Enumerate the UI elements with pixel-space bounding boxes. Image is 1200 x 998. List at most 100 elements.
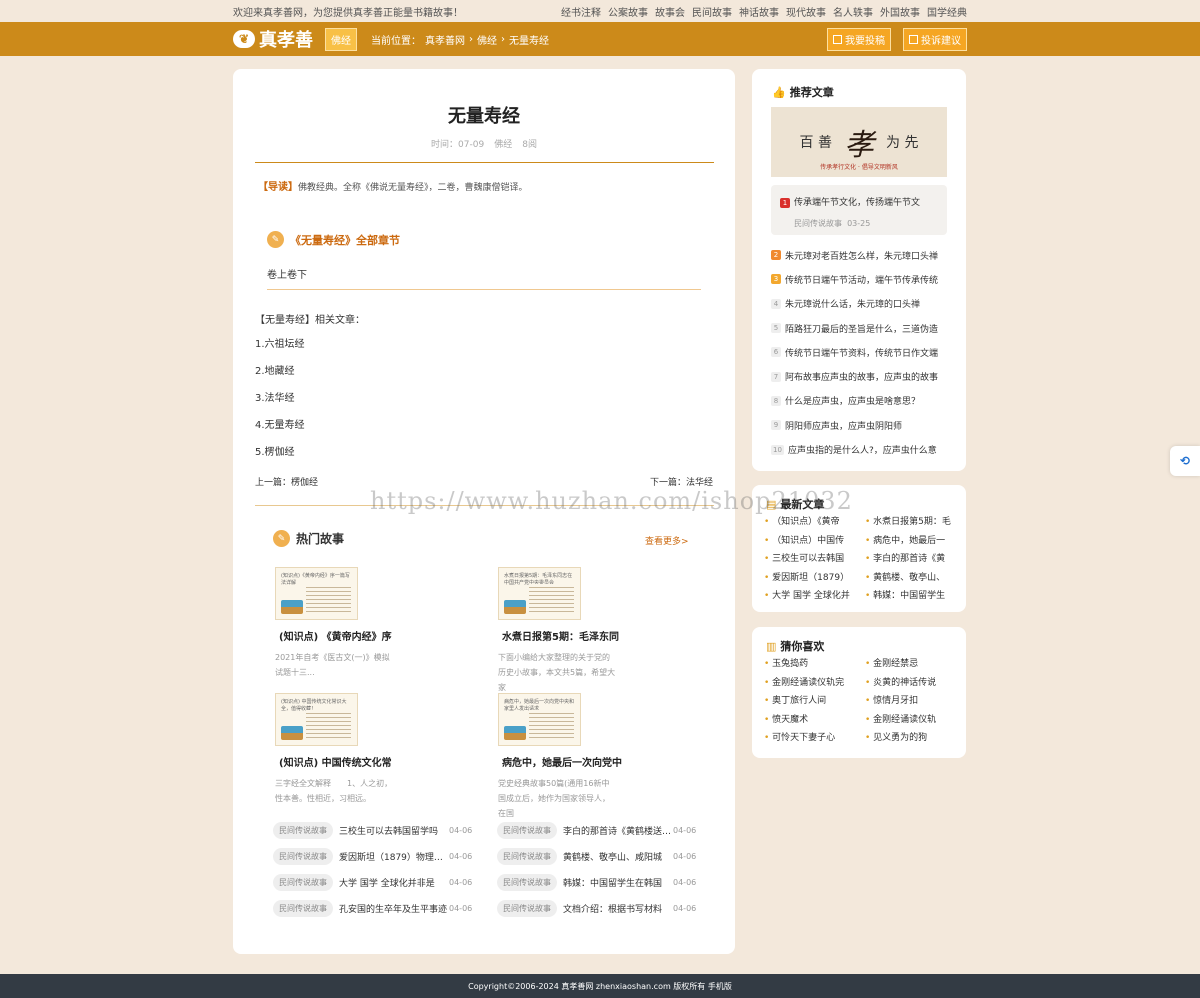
site-logo[interactable]: ❦ 真孝善 — [233, 26, 313, 52]
prev-article-link[interactable]: 上一篇：楞伽经 — [255, 475, 318, 488]
latest-item[interactable]: 爱因斯坦（1879） — [764, 569, 863, 588]
guess-item[interactable]: 惊情月牙扣 — [865, 692, 964, 711]
recommend-item-title[interactable]: 传统节日端午节活动，端午节传承传统 — [785, 273, 938, 286]
story-list-title[interactable]: 李白的那首诗《黄鹤楼送孟浩然》 — [563, 824, 673, 837]
story-desc: 党史经典故事50篇(通用16新中国成立后，她作为国家领导人，在国 — [498, 779, 610, 818]
translate-float-button[interactable]: ⟲ — [1170, 446, 1200, 476]
latest-item[interactable]: 黄鹤楼、敬亭山、 — [865, 569, 964, 588]
guess-item[interactable]: 见义勇为的狗 — [865, 729, 964, 748]
featured-article[interactable]: 1 传承端午节文化，传扬端午节文 民间传说故事 03-25 — [771, 185, 947, 235]
story-list-item[interactable]: 民间传说故事 韩媒：中国留学生在韩国 04-06 — [497, 874, 717, 891]
recommend-banner[interactable]: 百 善 孝 为 先 传承孝行文化 · 倡导文明新风 — [771, 107, 947, 177]
latest-item[interactable]: 三校生可以去韩国 — [764, 550, 863, 569]
story-list-item[interactable]: 民间传说故事 大学 国学 全球化并非是 04-06 — [273, 874, 493, 891]
story-list-item[interactable]: 民间传说故事 文档介绍：根据书写材料 04-06 — [497, 900, 717, 917]
related-link[interactable]: 1.六祖坛经 — [255, 331, 305, 358]
story-list-title[interactable]: 文档介绍：根据书写材料 — [563, 902, 673, 915]
recommend-item[interactable]: 8 什么是应声虫，应声虫是啥意思？ — [771, 389, 949, 413]
story-date: 04-06 — [449, 904, 473, 913]
story-card[interactable]: (知识点)《黄帝内经》序一篇写法详解 (知识点) 《黄帝内经》序 2021年自考… — [275, 567, 425, 680]
latest-item[interactable]: 水煮日报第5期：毛 — [865, 513, 964, 532]
recommend-item[interactable]: 4 朱元璋说什么话，朱元璋的口头禅 — [771, 292, 949, 316]
story-list-title[interactable]: 爱因斯坦（1879）物理学家 — [339, 850, 449, 863]
recommend-item-title[interactable]: 朱元璋对老百姓怎么样，朱元璋口头禅 — [785, 249, 938, 262]
recommend-item[interactable]: 10 应声虫指的是什么人?，应声虫什么意 — [771, 437, 949, 461]
recommend-item[interactable]: 7 阿布故事应声虫的故事，应声虫的故事 — [771, 364, 949, 388]
top-link[interactable]: 故事会 — [655, 4, 685, 19]
chapter-list: 卷上 卷下 — [267, 266, 701, 290]
top-link[interactable]: 经书注释 — [561, 4, 601, 19]
category-badge[interactable]: 佛经 — [325, 27, 357, 51]
chapter-link[interactable]: 卷下 — [287, 266, 307, 281]
related-link[interactable]: 3.法华经 — [255, 385, 305, 412]
top-link[interactable]: 现代故事 — [786, 4, 826, 19]
story-title[interactable]: (知识点) 《黄帝内经》序 — [275, 628, 425, 643]
guess-item[interactable]: 愤天魔术 — [764, 711, 863, 730]
related-link[interactable]: 5.楞伽经 — [255, 439, 305, 466]
story-list-title[interactable]: 大学 国学 全球化并非是 — [339, 876, 449, 889]
recommend-item-title[interactable]: 传统节日端午节资料，传统节日作文端 — [785, 346, 938, 359]
latest-item[interactable]: 李白的那首诗《黄 — [865, 550, 964, 569]
story-list-item[interactable]: 民间传说故事 黄鹤楼、敬亭山、咸阳城 04-06 — [497, 848, 717, 865]
guess-item[interactable]: 炎黄的神话传说 — [865, 674, 964, 693]
recommend-item-title[interactable]: 陌路狂刀最后的圣旨是什么，三道伪造 — [785, 322, 938, 335]
story-list-title[interactable]: 韩媒：中国留学生在韩国 — [563, 876, 673, 889]
recommend-item-title[interactable]: 阿布故事应声虫的故事，应声虫的故事 — [785, 370, 938, 383]
recommend-item-title[interactable]: 应声虫指的是什么人?，应声虫什么意 — [788, 443, 937, 456]
story-list-title[interactable]: 孔安国的生卒年及生平事迹 — [339, 902, 449, 915]
related-link[interactable]: 4.无量寿经 — [255, 412, 305, 439]
top-link[interactable]: 名人轶事 — [833, 4, 873, 19]
top-link[interactable]: 外国故事 — [880, 4, 920, 19]
recommend-item[interactable]: 6 传统节日端午节资料，传统节日作文端 — [771, 340, 949, 364]
submit-article-button[interactable]: 我要投稿 — [827, 27, 891, 51]
featured-title[interactable]: 传承端午节文化，传扬端午节文 — [794, 198, 920, 208]
recommend-item-title[interactable]: 朱元璋说什么话，朱元璋的口头禅 — [785, 297, 920, 310]
guess-item[interactable]: 金刚经禁忌 — [865, 655, 964, 674]
latest-item[interactable]: 韩媒：中国留学生 — [865, 587, 964, 606]
breadcrumb-home[interactable]: 真孝善网 — [425, 32, 465, 47]
breadcrumb-category[interactable]: 佛经 — [477, 32, 497, 47]
story-title[interactable]: (知识点) 中国传统文化常 — [275, 754, 425, 769]
recommend-item[interactable]: 5 陌路狂刀最后的圣旨是什么，三道伪造 — [771, 316, 949, 340]
recommend-title: 推荐文章 — [789, 86, 834, 99]
story-title[interactable]: 病危中，她最后一次向党中 — [498, 754, 648, 769]
story-list-title[interactable]: 三校生可以去韩国留学吗 — [339, 824, 449, 837]
story-list-title[interactable]: 黄鹤楼、敬亭山、咸阳城 — [563, 850, 673, 863]
latest-item[interactable]: 大学 国学 全球化并 — [764, 587, 863, 606]
story-tag: 民间传说故事 — [497, 874, 557, 891]
related-link[interactable]: 2.地藏经 — [255, 358, 305, 385]
latest-item[interactable]: （知识点）中国传 — [764, 532, 863, 551]
submit-article-label: 我要投稿 — [845, 35, 885, 47]
view-more-link[interactable]: 查看更多> — [645, 534, 689, 547]
latest-item[interactable]: 病危中，她最后一 — [865, 532, 964, 551]
guess-item[interactable]: 玉兔捣药 — [764, 655, 863, 674]
latest-item[interactable]: （知识点）《黄帝 — [764, 513, 863, 532]
recommend-item-title[interactable]: 阴阳师应声虫，应声虫阴阳师 — [785, 419, 902, 432]
top-bar: 欢迎来真孝善网，为您提供真孝善正能量书籍故事！ 经书注释 公案故事 故事会 民间… — [0, 0, 1200, 22]
guess-item[interactable]: 金刚经诵读仪轨 — [865, 711, 964, 730]
breadcrumb-prefix: 当前位置： — [371, 35, 421, 47]
story-card[interactable]: 病危中，她最后一次向党中央和家里人发出请求 病危中，她最后一次向党中 党史经典故… — [498, 693, 648, 821]
recommend-item[interactable]: 2 朱元璋对老百姓怎么样，朱元璋口头禅 — [771, 243, 949, 267]
recommend-item[interactable]: 9 阴阳师应声虫，应声虫阴阳师 — [771, 413, 949, 437]
guess-item[interactable]: 可怜天下妻子心 — [764, 729, 863, 748]
top-link[interactable]: 国学经典 — [927, 4, 967, 19]
recommend-item[interactable]: 3 传统节日端午节活动，端午节传承传统 — [771, 267, 949, 291]
top-link[interactable]: 神话故事 — [739, 4, 779, 19]
mail-icon — [909, 34, 918, 44]
guess-item[interactable]: 奥丁旅行人间 — [764, 692, 863, 711]
story-date: 04-06 — [449, 826, 473, 835]
guess-item[interactable]: 金刚经诵读仪轨完 — [764, 674, 863, 693]
chapter-link[interactable]: 卷上 — [267, 266, 287, 281]
story-list-item[interactable]: 民间传说故事 三校生可以去韩国留学吗 04-06 — [273, 822, 493, 839]
story-card[interactable]: (知识点) 中国传统文化常识大全，值得收藏！ (知识点) 中国传统文化常 三字经… — [275, 693, 425, 806]
complaint-button[interactable]: 投诉建议 — [903, 27, 967, 51]
story-list-item[interactable]: 民间传说故事李白的那首诗《黄鹤楼送孟浩然》04-06 — [497, 822, 717, 839]
story-title[interactable]: 水煮日报第5期：毛泽东同 — [498, 628, 648, 643]
recommend-item-title[interactable]: 什么是应声虫，应声虫是啥意思？ — [785, 394, 920, 407]
story-list-item[interactable]: 民间传说故事 爱因斯坦（1879）物理学家 04-06 — [273, 848, 493, 865]
story-card[interactable]: 水煮日报第5期：毛泽东同志在中国共产党中央委员会 水煮日报第5期：毛泽东同 下面… — [498, 567, 648, 695]
top-link[interactable]: 民间故事 — [692, 4, 732, 19]
top-link[interactable]: 公案故事 — [608, 4, 648, 19]
story-list-item[interactable]: 民间传说故事 孔安国的生卒年及生平事迹 04-06 — [273, 900, 493, 917]
